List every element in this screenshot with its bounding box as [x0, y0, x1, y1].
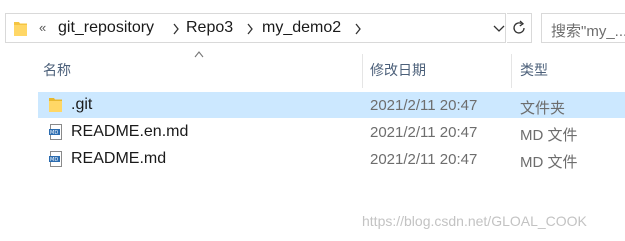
- column-header-modified[interactable]: 修改日期: [370, 60, 426, 80]
- search-input[interactable]: 搜索"my_...: [541, 13, 625, 43]
- file-type: 文件夹: [520, 100, 566, 117]
- toolbar-row: « git_repository Repo3 my_demo2 搜索"my_..…: [0, 0, 625, 46]
- refresh-button[interactable]: [507, 13, 532, 43]
- file-name: README.en.md: [71, 123, 189, 140]
- folder-icon: [14, 22, 27, 36]
- file-type: MD 文件: [520, 127, 578, 144]
- breadcrumb-item-git-repository[interactable]: git_repository: [58, 19, 154, 37]
- file-modified-date: 2021/2/11 20:47: [370, 124, 478, 141]
- refresh-icon: [513, 20, 525, 34]
- breadcrumb-item-my-demo2[interactable]: my_demo2: [262, 19, 341, 37]
- md-file-icon: MD: [49, 151, 62, 167]
- svg-text:MD: MD: [50, 157, 58, 163]
- file-modified-date: 2021/2/11 20:47: [370, 151, 478, 168]
- chevron-right-icon[interactable]: [172, 23, 180, 35]
- column-divider[interactable]: [362, 54, 363, 88]
- watermark: https://blog.csdn.net/GLOAL_COOK: [362, 213, 587, 229]
- column-header-type[interactable]: 类型: [520, 60, 548, 80]
- file-modified-date: 2021/2/11 20:47: [370, 97, 478, 114]
- chevron-right-icon[interactable]: [354, 23, 362, 35]
- md-file-icon: MD: [49, 124, 62, 140]
- file-name: .git: [71, 96, 93, 113]
- file-row-git[interactable]: .git 2021/2/11 20:47 文件夹: [38, 92, 625, 118]
- file-row-readme-en[interactable]: MD README.en.md 2021/2/11 20:47 MD 文件: [38, 119, 625, 145]
- address-bar[interactable]: « git_repository Repo3 my_demo2: [5, 13, 506, 43]
- chevron-right-icon[interactable]: [246, 23, 254, 35]
- column-header-name[interactable]: 名称: [43, 60, 71, 80]
- folder-icon: [49, 98, 62, 112]
- sort-ascending-icon: [194, 51, 204, 58]
- breadcrumb-item-repo3[interactable]: Repo3: [186, 19, 233, 37]
- file-row-readme[interactable]: MD README.md 2021/2/11 20:47 MD 文件: [38, 146, 625, 172]
- svg-text:MD: MD: [50, 130, 58, 136]
- file-type: MD 文件: [520, 154, 578, 171]
- chevron-down-icon[interactable]: [493, 22, 505, 34]
- breadcrumb-overflow[interactable]: «: [39, 20, 46, 35]
- file-name: README.md: [71, 150, 167, 167]
- column-divider[interactable]: [511, 54, 512, 88]
